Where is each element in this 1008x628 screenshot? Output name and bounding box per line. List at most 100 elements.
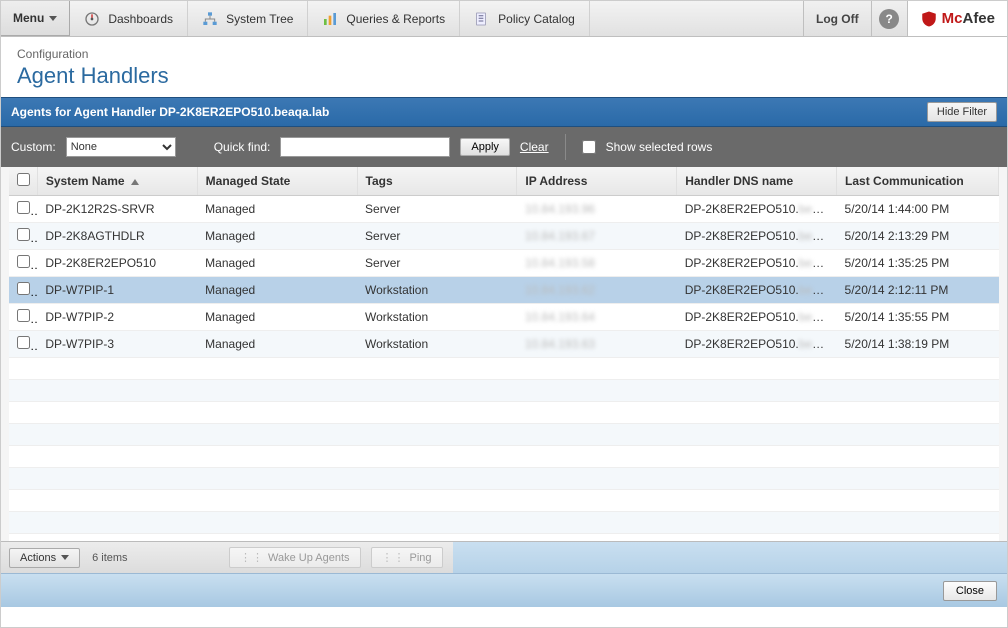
row-checkbox[interactable] [17, 309, 30, 322]
filter-bar: Custom: None Quick find: Apply Clear Sho… [1, 127, 1007, 167]
row-checkbox-cell [9, 196, 37, 223]
nav-label: Dashboards [108, 12, 173, 26]
dashboard-icon [84, 11, 100, 27]
col-handler-dns[interactable]: Handler DNS name [677, 167, 837, 196]
row-checkbox[interactable] [17, 201, 30, 214]
nav-label: Policy Catalog [498, 12, 575, 26]
row-checkbox-cell [9, 277, 37, 304]
row-checkbox-cell [9, 331, 37, 358]
cell-system: DP-2K12R2S-SRVR [37, 196, 197, 223]
brand-logo: McAfee [908, 1, 1007, 36]
cell-system: DP-2K8AGTHDLR [37, 223, 197, 250]
cell-lc: 5/20/14 2:12:11 PM [837, 277, 999, 304]
table-row-empty [9, 402, 999, 424]
chart-icon [322, 11, 338, 27]
col-last-comm[interactable]: Last Communication [837, 167, 999, 196]
table-row[interactable]: DP-W7PIP-1ManagedWorkstation10.84.193.62… [9, 277, 999, 304]
page-title: Agent Handlers [17, 63, 991, 89]
cell-state: Managed [197, 277, 357, 304]
cell-ip: 10.84.193.63 [517, 331, 677, 358]
cell-dns: DP-2K8ER2EPO510.beaqa.lab [677, 250, 837, 277]
row-checkbox-cell [9, 223, 37, 250]
quickfind-label: Quick find: [214, 140, 271, 154]
row-checkbox[interactable] [17, 336, 30, 349]
logoff-button[interactable]: Log Off [803, 1, 872, 36]
cell-ip: 10.84.193.64 [517, 304, 677, 331]
close-button[interactable]: Close [943, 581, 997, 601]
clear-link[interactable]: Clear [520, 140, 549, 154]
cell-dns: DP-2K8ER2EPO510.beaqa.lab [677, 223, 837, 250]
menu-label: Menu [13, 11, 44, 25]
nav-dashboards[interactable]: Dashboards [70, 1, 188, 36]
cell-dns: DP-2K8ER2EPO510.beaqa.lab [677, 304, 837, 331]
cell-ip: 10.84.193.62 [517, 277, 677, 304]
help-button[interactable]: ? [872, 1, 908, 36]
page-header: Configuration Agent Handlers [1, 37, 1007, 97]
table-row[interactable]: DP-2K8ER2EPO510ManagedServer10.84.193.58… [9, 250, 999, 277]
section-title: Agents for Agent Handler DP-2K8ER2EPO510… [11, 105, 329, 119]
header-checkbox-cell [9, 167, 37, 196]
nav-queries-reports[interactable]: Queries & Reports [308, 1, 460, 36]
apply-button[interactable]: Apply [460, 138, 510, 156]
quickfind-input[interactable] [280, 137, 450, 157]
item-count: 6 items [92, 552, 127, 564]
catalog-icon [474, 11, 490, 27]
nav-system-tree[interactable]: System Tree [188, 1, 308, 36]
row-checkbox[interactable] [17, 255, 30, 268]
wake-up-agents-button[interactable]: ⋮⋮ Wake Up Agents [229, 547, 361, 568]
table-row[interactable]: DP-W7PIP-2ManagedWorkstation10.84.193.64… [9, 304, 999, 331]
col-tags[interactable]: Tags [357, 167, 517, 196]
row-checkbox-cell [9, 304, 37, 331]
data-table-wrap: System Name Managed State Tags IP Addres… [1, 167, 1007, 541]
col-managed-state[interactable]: Managed State [197, 167, 357, 196]
col-system-name[interactable]: System Name [37, 167, 197, 196]
table-row[interactable]: DP-2K8AGTHDLRManagedServer10.84.193.67DP… [9, 223, 999, 250]
ping-button[interactable]: ⋮⋮ Ping [371, 547, 443, 568]
table-row-empty [9, 534, 999, 542]
cell-tags: Server [357, 250, 517, 277]
nav-label: System Tree [226, 12, 293, 26]
cell-tags: Server [357, 223, 517, 250]
logoff-label: Log Off [816, 12, 859, 26]
cell-lc: 5/20/14 1:44:00 PM [837, 196, 999, 223]
cell-dns: DP-2K8ER2EPO510.beaqa.lab [677, 331, 837, 358]
cell-system: DP-2K8ER2EPO510 [37, 250, 197, 277]
row-checkbox[interactable] [17, 228, 30, 241]
row-checkbox[interactable] [17, 282, 30, 295]
table-row-empty [9, 446, 999, 468]
custom-select[interactable]: None [66, 137, 176, 157]
table-row[interactable]: DP-W7PIP-3ManagedWorkstation10.84.193.63… [9, 331, 999, 358]
cell-state: Managed [197, 331, 357, 358]
table-body: DP-2K12R2S-SRVRManagedServer10.84.193.96… [9, 196, 999, 542]
close-bar: Close [1, 573, 1007, 607]
show-selected-checkbox[interactable] [582, 140, 596, 154]
table-row-empty [9, 468, 999, 490]
breadcrumb: Configuration [17, 47, 991, 61]
grip-icon: ⋮⋮ [382, 551, 406, 564]
cell-state: Managed [197, 304, 357, 331]
cell-system: DP-W7PIP-3 [37, 331, 197, 358]
hide-filter-button[interactable]: Hide Filter [927, 102, 997, 122]
select-all-checkbox[interactable] [17, 173, 30, 186]
cell-lc: 5/20/14 2:13:29 PM [837, 223, 999, 250]
cell-tags: Workstation [357, 331, 517, 358]
top-toolbar: Menu Dashboards System Tree Queries & Re… [1, 1, 1007, 37]
cell-ip: 10.84.193.58 [517, 250, 677, 277]
brand-name: McAfee [942, 10, 995, 27]
menu-button[interactable]: Menu [1, 1, 70, 36]
ping-label: Ping [410, 552, 432, 564]
cell-system: DP-W7PIP-1 [37, 277, 197, 304]
col-ip-address[interactable]: IP Address [517, 167, 677, 196]
chevron-down-icon [61, 555, 69, 560]
actions-label: Actions [20, 552, 56, 564]
help-icon: ? [879, 9, 899, 29]
table-row[interactable]: DP-2K12R2S-SRVRManagedServer10.84.193.96… [9, 196, 999, 223]
action-bar: Actions 6 items ⋮⋮ Wake Up Agents ⋮⋮ Pin… [1, 541, 1007, 573]
table-header-row: System Name Managed State Tags IP Addres… [9, 167, 999, 196]
data-table: System Name Managed State Tags IP Addres… [9, 167, 999, 541]
actions-menu-button[interactable]: Actions [9, 548, 80, 568]
tree-icon [202, 11, 218, 27]
nav-label: Queries & Reports [346, 12, 445, 26]
table-row-empty [9, 490, 999, 512]
nav-policy-catalog[interactable]: Policy Catalog [460, 1, 590, 36]
